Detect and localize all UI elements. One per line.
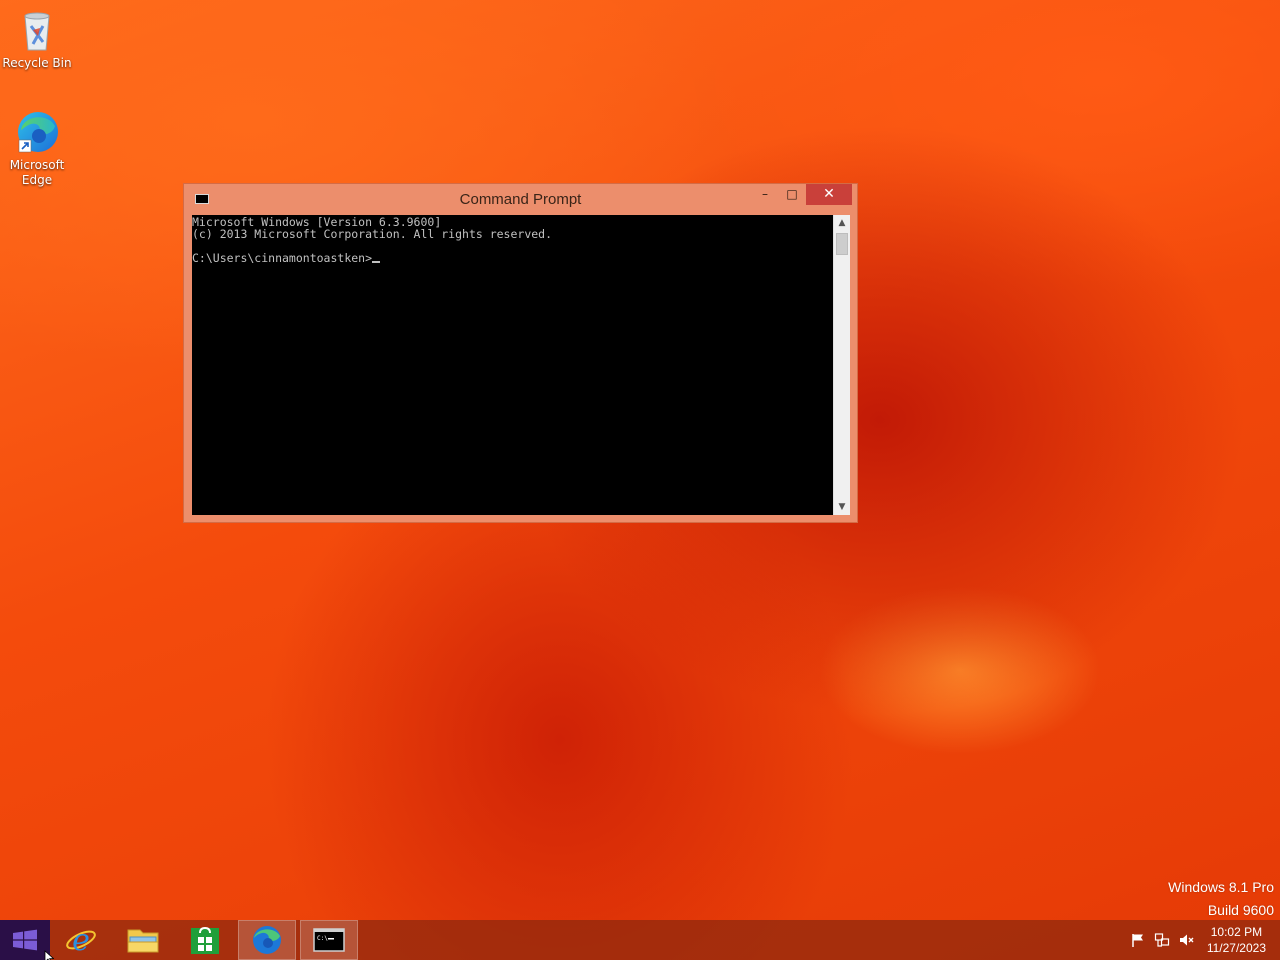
svg-text:C:\: C:\ bbox=[317, 935, 328, 942]
taskbar-clock[interactable]: 10:02 PM 11/27/2023 bbox=[1207, 924, 1266, 956]
scroll-up-arrow-icon[interactable]: ▲ bbox=[834, 215, 850, 231]
taskbar-file-explorer[interactable] bbox=[114, 920, 172, 960]
store-icon bbox=[191, 926, 219, 954]
console-prompt: C:\Users\cinnamontoastken> bbox=[192, 251, 373, 265]
taskbar-internet-explorer[interactable]: e bbox=[52, 920, 110, 960]
minimize-button[interactable]: – bbox=[752, 184, 778, 205]
folder-icon bbox=[127, 929, 159, 953]
svg-text:e: e bbox=[72, 923, 90, 958]
command-prompt-window[interactable]: Command Prompt – □ ✕ Microsoft Windows [… bbox=[183, 183, 858, 523]
console-output[interactable]: Microsoft Windows [Version 6.3.9600] (c) … bbox=[192, 215, 833, 515]
taskbar-store[interactable] bbox=[176, 920, 234, 960]
vertical-scrollbar[interactable]: ▲ ▼ bbox=[833, 215, 850, 515]
clock-time: 10:02 PM bbox=[1210, 925, 1263, 939]
text-cursor bbox=[372, 261, 381, 263]
taskbar-microsoft-edge[interactable] bbox=[238, 920, 296, 960]
cmd-icon: C:\ bbox=[313, 928, 345, 952]
scroll-thumb[interactable] bbox=[836, 233, 848, 255]
volume-muted-icon[interactable] bbox=[1178, 932, 1194, 948]
edge-icon bbox=[253, 926, 281, 954]
edge-icon bbox=[13, 108, 61, 156]
desktop-icon-label: Recycle Bin bbox=[2, 56, 72, 70]
desktop-icon-recycle-bin[interactable]: Recycle Bin bbox=[0, 6, 74, 71]
console-line: (c) 2013 Microsoft Corporation. All righ… bbox=[192, 227, 553, 241]
desktop-icon-microsoft-edge[interactable]: Microsoft Edge bbox=[0, 108, 74, 188]
windows-logo-icon bbox=[13, 929, 37, 951]
internet-explorer-icon: e bbox=[66, 923, 96, 958]
console-prompt-line: C:\Users\cinnamontoastken> bbox=[192, 252, 833, 264]
taskbar-command-prompt[interactable]: C:\ bbox=[300, 920, 358, 960]
maximize-button[interactable]: □ bbox=[779, 184, 805, 205]
scroll-down-arrow-icon[interactable]: ▼ bbox=[834, 499, 850, 515]
action-center-flag-icon[interactable] bbox=[1130, 932, 1146, 948]
desktop: Recycle Bin Microsoft Edge Command Promp… bbox=[0, 0, 1280, 960]
clock-date: 11/27/2023 bbox=[1206, 941, 1266, 955]
mouse-pointer-icon bbox=[44, 950, 54, 960]
watermark-edition: Windows 8.1 Pro bbox=[1168, 879, 1274, 895]
close-button[interactable]: ✕ bbox=[806, 184, 852, 205]
desktop-icon-label: Microsoft Edge bbox=[9, 158, 65, 187]
window-titlebar[interactable]: Command Prompt – □ ✕ bbox=[184, 184, 857, 215]
os-watermark: Windows 8.1 Pro Build 9600 bbox=[1168, 876, 1274, 922]
recycle-bin-icon bbox=[13, 6, 61, 54]
watermark-build: Build 9600 bbox=[1207, 902, 1274, 918]
system-tray: 10:02 PM 11/27/2023 bbox=[1120, 920, 1280, 960]
taskbar: e C:\ 10:02 PM 11/27/2023 bbox=[0, 920, 1280, 960]
start-button[interactable] bbox=[0, 920, 50, 960]
network-icon[interactable] bbox=[1154, 932, 1170, 948]
